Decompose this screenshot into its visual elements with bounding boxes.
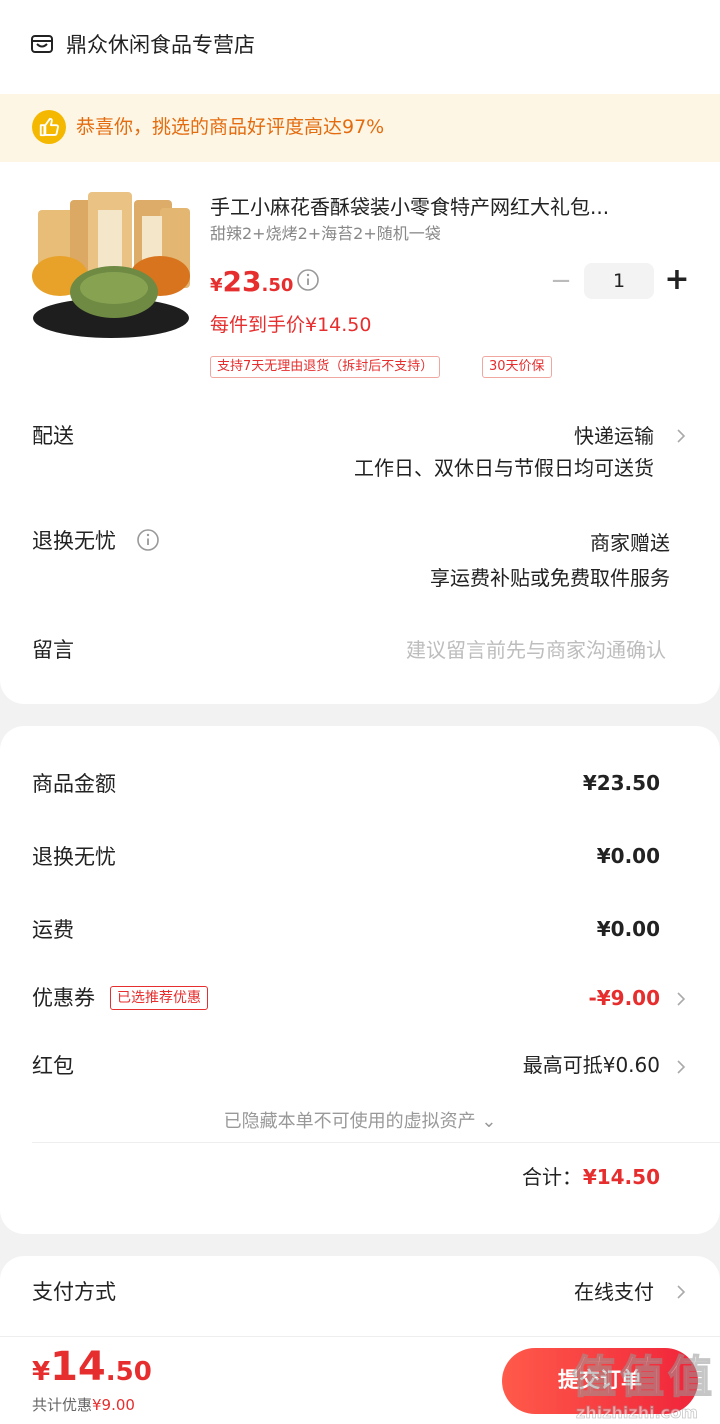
delivery-value[interactable]: 快递运输 <box>574 421 654 451</box>
quantity-input[interactable]: 1 <box>584 263 654 299</box>
watermark-char-3: 值 <box>668 1352 712 1403</box>
price-protect-tag: 30天价保 <box>482 356 552 378</box>
watermark-char-1: 值 <box>572 1352 616 1403</box>
coupon-value[interactable]: -¥9.00 <box>588 983 660 1013</box>
product-spec[interactable]: 甜辣2+烧烤2+海苔2+随机一袋 <box>210 222 441 246</box>
watermark-char-2: 值 <box>620 1352 664 1403</box>
redpacket-value[interactable]: 最高可抵¥0.60 <box>523 1050 660 1080</box>
return-fee-value: ¥0.00 <box>596 844 660 868</box>
checkout-price-decimal: .50 <box>105 1357 152 1387</box>
payment-value[interactable]: 在线支付 <box>574 1277 654 1307</box>
thumbs-up-icon <box>32 110 66 144</box>
total-discount-label: 共计优惠 <box>32 1396 93 1414</box>
redpacket-label: 红包 <box>32 1054 74 1078</box>
checkout-price: ¥14.50 <box>32 1342 152 1400</box>
delivery-note: 工作日、双休日与节假日均可送货 <box>354 456 654 480</box>
delivery-chevron-icon[interactable] <box>674 426 688 446</box>
coupon-label: 优惠券 <box>32 986 95 1010</box>
price-integer: 23 <box>222 265 262 298</box>
checkout-price-symbol: ¥ <box>32 1357 51 1387</box>
watermark-site: zhizhizhi.com <box>576 1403 698 1422</box>
shipping-label: 运费 <box>32 918 74 942</box>
unit-price: 每件到手价¥14.50 <box>210 314 372 336</box>
product-image[interactable] <box>30 190 192 340</box>
total-discount: 共计优惠¥9.00 <box>32 1394 135 1416</box>
return-fee-label: 退换无忧 <box>32 845 116 869</box>
total-discount-value: ¥9.00 <box>92 1396 135 1414</box>
shop-name[interactable]: 鼎众休闲食品专营店 <box>66 30 255 60</box>
quantity-increase-button[interactable]: + <box>662 264 692 296</box>
message-input[interactable]: 建议留言前先与商家沟通确认 <box>406 635 666 665</box>
divider <box>32 1142 720 1143</box>
goods-amount-label: 商品金额 <box>32 772 116 796</box>
total-value: ¥14.50 <box>582 1165 660 1189</box>
product-title[interactable]: 手工小麻花香酥袋装小零食特产网红大礼包... <box>210 192 680 222</box>
redpacket-chevron-icon[interactable] <box>674 1057 688 1077</box>
return-service-label: 退换无忧 <box>32 529 116 553</box>
checkout-price-integer: 14 <box>50 1344 106 1390</box>
shipping-value: ¥0.00 <box>596 917 660 941</box>
price-symbol: ¥ <box>210 275 223 296</box>
price-decimal: .50 <box>261 275 294 296</box>
return-info-icon[interactable] <box>136 528 160 552</box>
banner-text: 恭喜你，挑选的商品好评度高达97% <box>76 116 385 138</box>
goods-amount-value: ¥23.50 <box>582 771 660 795</box>
shop-icon <box>31 35 53 53</box>
payment-label: 支付方式 <box>32 1280 116 1304</box>
return-policy-tag: 支持7天无理由退货（拆封后不支持） <box>210 356 441 378</box>
quantity-decrease-button[interactable]: − <box>548 266 574 296</box>
total-label: 合计： <box>522 1165 582 1189</box>
message-label: 留言 <box>32 638 74 662</box>
payment-chevron-icon[interactable] <box>674 1282 688 1302</box>
product-price: ¥23.50 <box>210 262 293 306</box>
price-info-icon[interactable] <box>296 268 320 292</box>
coupon-chevron-icon[interactable] <box>674 989 688 1009</box>
coupon-selected-tag: 已选推荐优惠 <box>110 986 208 1010</box>
hidden-assets-toggle[interactable]: 已隐藏本单不可使用的虚拟资产 ⌄ <box>0 1108 720 1136</box>
delivery-label: 配送 <box>32 424 74 448</box>
watermark-logo: 值 值 值 zhizhizhi.com <box>571 1351 713 1422</box>
price-summary-card <box>0 726 720 1234</box>
return-service-value: 商家赠送 <box>590 531 670 555</box>
return-service-note: 享运费补贴或免费取件服务 <box>430 566 670 590</box>
